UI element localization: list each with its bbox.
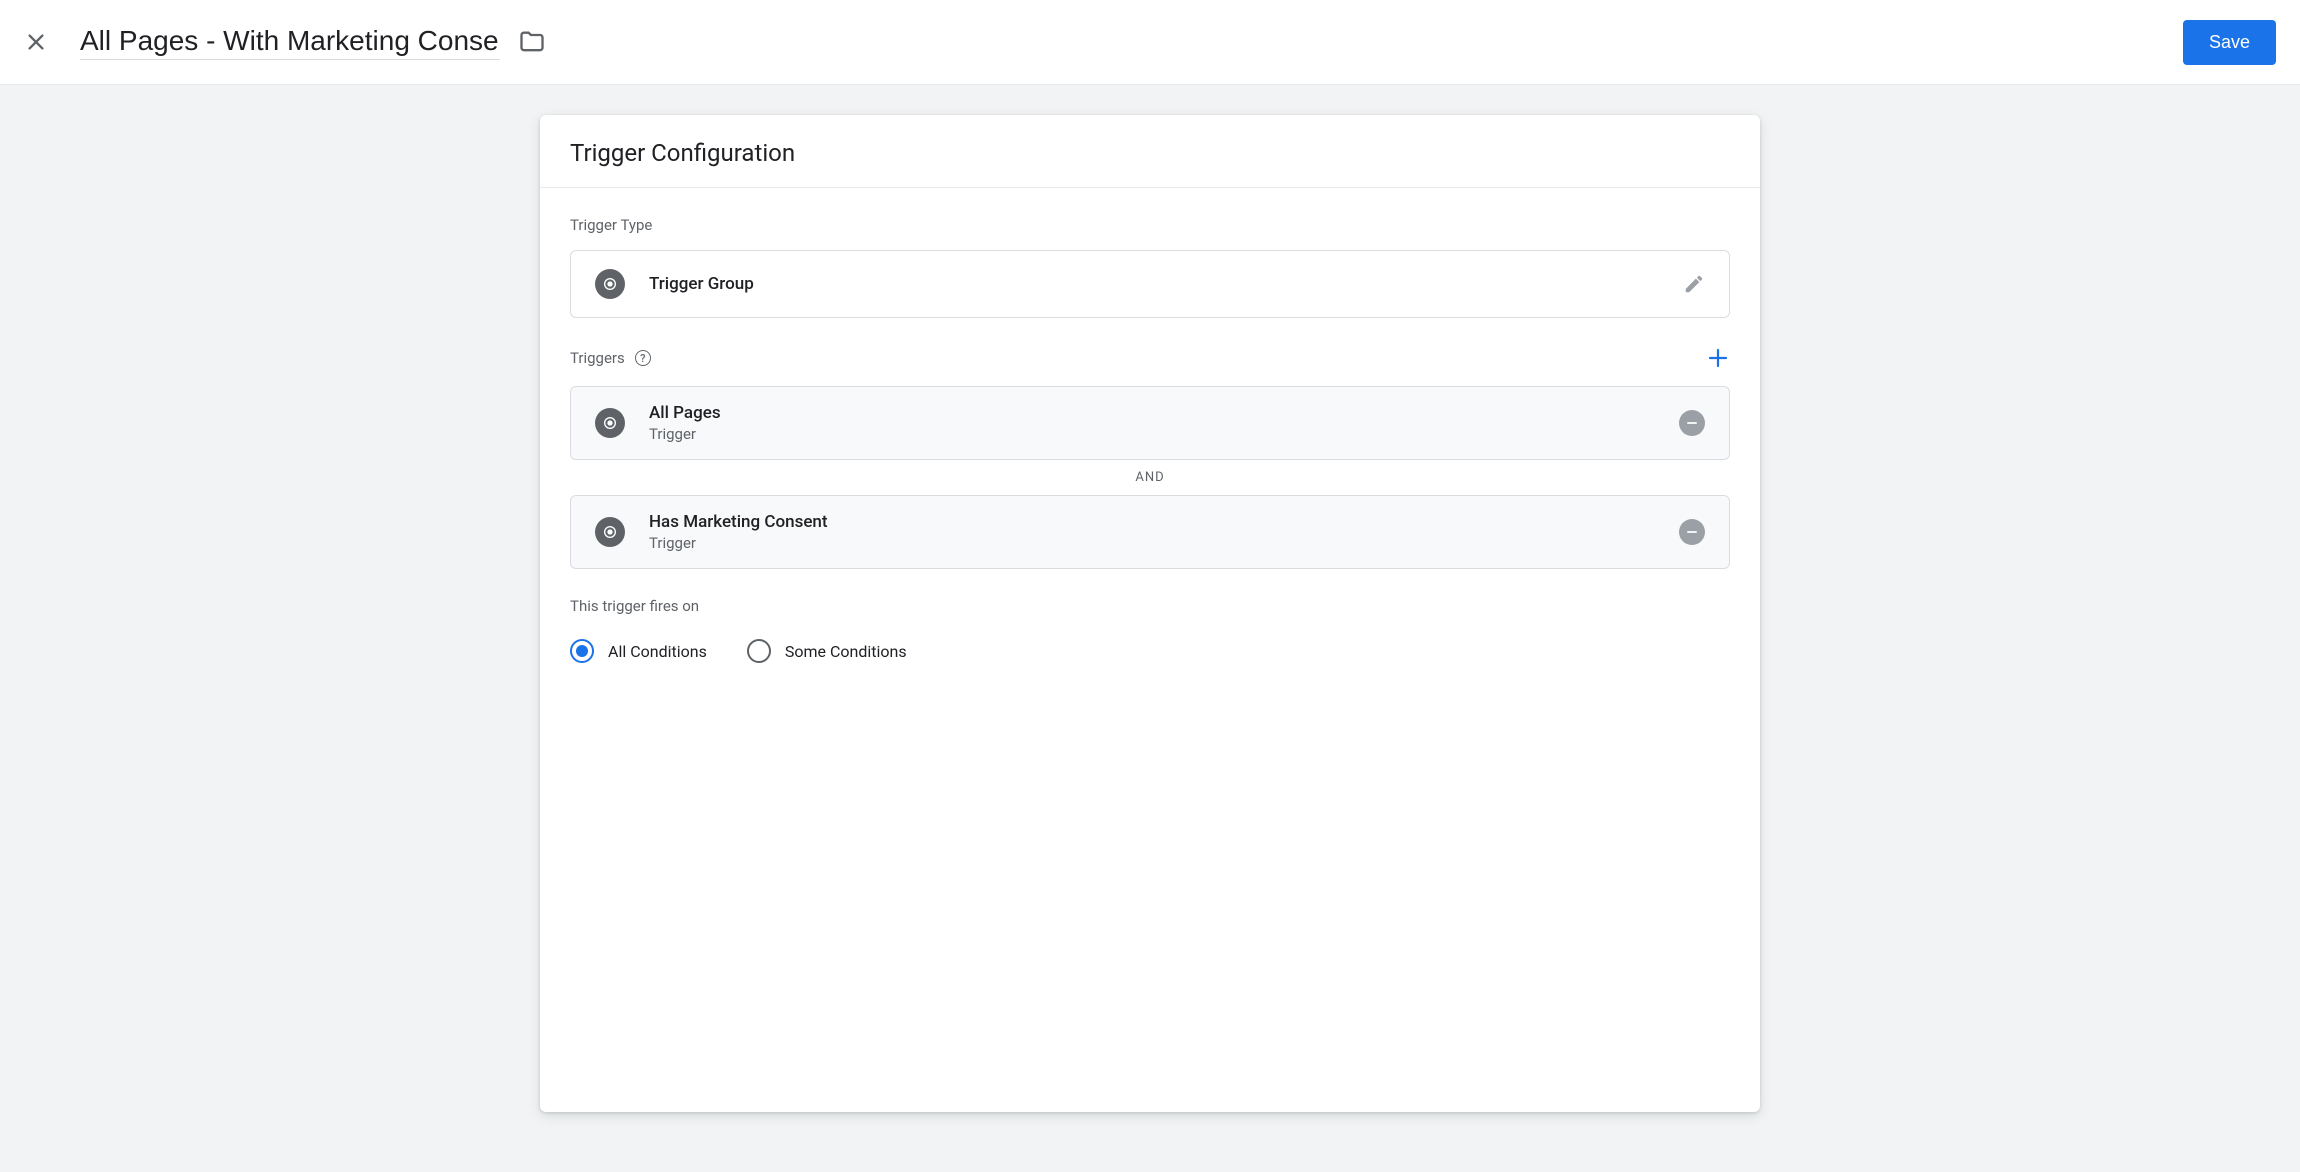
editor-header: Save (0, 0, 2300, 85)
trigger-type-label: Trigger Type (570, 216, 1730, 234)
trigger-row[interactable]: Has Marketing Consent Trigger (570, 495, 1730, 569)
triggers-section: Triggers ? All Pages Trigger (540, 318, 1760, 569)
trigger-row[interactable]: All Pages Trigger (570, 386, 1730, 460)
fires-on-label: This trigger fires on (570, 597, 1730, 615)
remove-trigger-button[interactable] (1679, 410, 1705, 436)
triggers-label-row: Triggers ? (570, 346, 1730, 370)
card-title: Trigger Configuration (540, 115, 1760, 188)
radio-indicator (570, 639, 594, 663)
trigger-name: All Pages (649, 403, 1655, 423)
triggers-help-button[interactable]: ? (635, 350, 651, 366)
remove-trigger-button[interactable] (1679, 519, 1705, 545)
minus-icon (1685, 525, 1699, 539)
radio-some-conditions[interactable]: Some Conditions (747, 639, 907, 663)
trigger-subtitle: Trigger (649, 425, 1655, 443)
trigger-type-label-text: Trigger Type (570, 216, 652, 234)
workspace: Trigger Configuration Trigger Type Trigg… (0, 85, 2300, 1172)
pencil-icon (1683, 273, 1705, 295)
add-trigger-button[interactable] (1706, 346, 1730, 370)
fires-on-section: This trigger fires on All Conditions Som… (540, 569, 1760, 663)
edit-trigger-type-button[interactable] (1683, 273, 1705, 295)
and-separator: AND (570, 460, 1730, 495)
radio-indicator (747, 639, 771, 663)
close-icon (25, 31, 47, 53)
trigger-group-icon (595, 269, 625, 299)
trigger-type-section: Trigger Type Trigger Group (540, 188, 1760, 318)
fires-on-label-text: This trigger fires on (570, 597, 699, 615)
trigger-icon (595, 517, 625, 547)
save-button[interactable]: Save (2183, 20, 2276, 65)
trigger-type-value: Trigger Group (649, 274, 1659, 294)
trigger-icon (595, 408, 625, 438)
radio-label: All Conditions (608, 642, 707, 661)
config-card: Trigger Configuration Trigger Type Trigg… (540, 115, 1760, 1112)
trigger-type-row[interactable]: Trigger Group (570, 250, 1730, 318)
triggers-label-text: Triggers (570, 349, 625, 367)
conditions-radio-group: All Conditions Some Conditions (570, 633, 1730, 663)
plus-icon (1706, 346, 1730, 370)
trigger-name-input[interactable] (80, 25, 500, 60)
radio-label: Some Conditions (785, 642, 907, 661)
folder-icon (518, 28, 546, 56)
minus-icon (1685, 416, 1699, 430)
folder-button[interactable] (518, 28, 546, 56)
close-button[interactable] (24, 30, 48, 54)
trigger-name: Has Marketing Consent (649, 512, 1655, 532)
radio-all-conditions[interactable]: All Conditions (570, 639, 707, 663)
trigger-subtitle: Trigger (649, 534, 1655, 552)
